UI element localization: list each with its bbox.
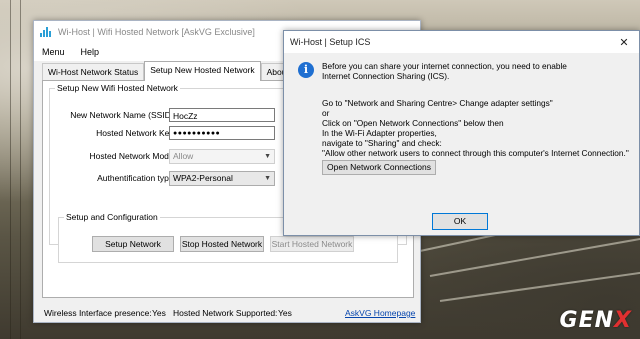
askvg-homepage-link[interactable]: AskVG Homepage [345,308,415,318]
dialog-title: Wi-Host | Setup ICS [290,37,371,47]
tab-network-status[interactable]: Wi-Host Network Status [42,63,145,81]
dialog-body: i Before you can share your internet con… [284,53,639,235]
open-network-connections-button[interactable]: Open Network Connections [322,160,436,175]
setup-ics-dialog: Wi-Host | Setup ICS ✕ i Before you can s… [283,30,640,236]
menu-item-menu[interactable]: Menu [34,47,73,57]
start-hosted-network-button[interactable]: Start Hosted Network [270,236,354,252]
network-key-input[interactable]: ●●●●●●●●●● [169,126,275,140]
chevron-down-icon: ▼ [264,153,271,160]
auth-type-select[interactable]: WPA2-Personal ▼ [169,171,275,186]
config-group-label: Setup and Configuration [64,212,160,222]
background-branch [10,0,11,339]
wireless-presence-label: Wireless Interface presence: [44,308,152,318]
dialog-text-line: Internet Connection Sharing (ICS). [322,71,450,81]
main-window-title: Wi-Host | Wifi Hosted Network [AskVG Exc… [58,27,255,37]
genx-watermark-logo: GENX [559,308,632,333]
hosted-mode-label: Hosted Network Mode: [89,151,176,161]
setup-network-button[interactable]: Setup Network [92,236,174,252]
wifi-app-icon [40,27,52,37]
info-icon: i [298,62,314,78]
auth-type-value: WPA2-Personal [173,173,233,183]
dialog-text-line: "Allow other network users to connect th… [322,148,629,158]
hosted-supported-label: Hosted Network Supported: [173,308,278,318]
ssid-input[interactable]: HocZz [169,108,275,122]
hosted-supported-value: Yes [278,308,292,318]
setup-group-label: Setup New Wifi Hosted Network [55,83,180,93]
auth-type-label: Authentification type: [97,173,176,183]
stop-hosted-network-button[interactable]: Stop Hosted Network [180,236,264,252]
menu-item-help[interactable]: Help [73,47,108,57]
network-key-label: Hosted Network Key: [96,128,176,138]
chevron-down-icon: ▼ [264,175,271,182]
hosted-mode-select[interactable]: Allow ▼ [169,149,275,164]
dialog-text-line: Go to "Network and Sharing Centre> Chang… [322,98,553,108]
ssid-label: New Network Name (SSID): [70,110,176,120]
ok-button[interactable]: OK [432,213,488,230]
dialog-titlebar[interactable]: Wi-Host | Setup ICS ✕ [284,31,639,53]
tab-strip: Wi-Host Network Status Setup New Hosted … [42,61,317,81]
status-bar: Wireless Interface presence: Yes Hosted … [34,305,420,321]
tab-setup-hosted-network[interactable]: Setup New Hosted Network [144,61,261,81]
close-icon[interactable]: ✕ [609,31,639,53]
wireless-presence-value: Yes [152,308,166,318]
hosted-mode-value: Allow [173,151,194,161]
background-branch [20,0,21,339]
